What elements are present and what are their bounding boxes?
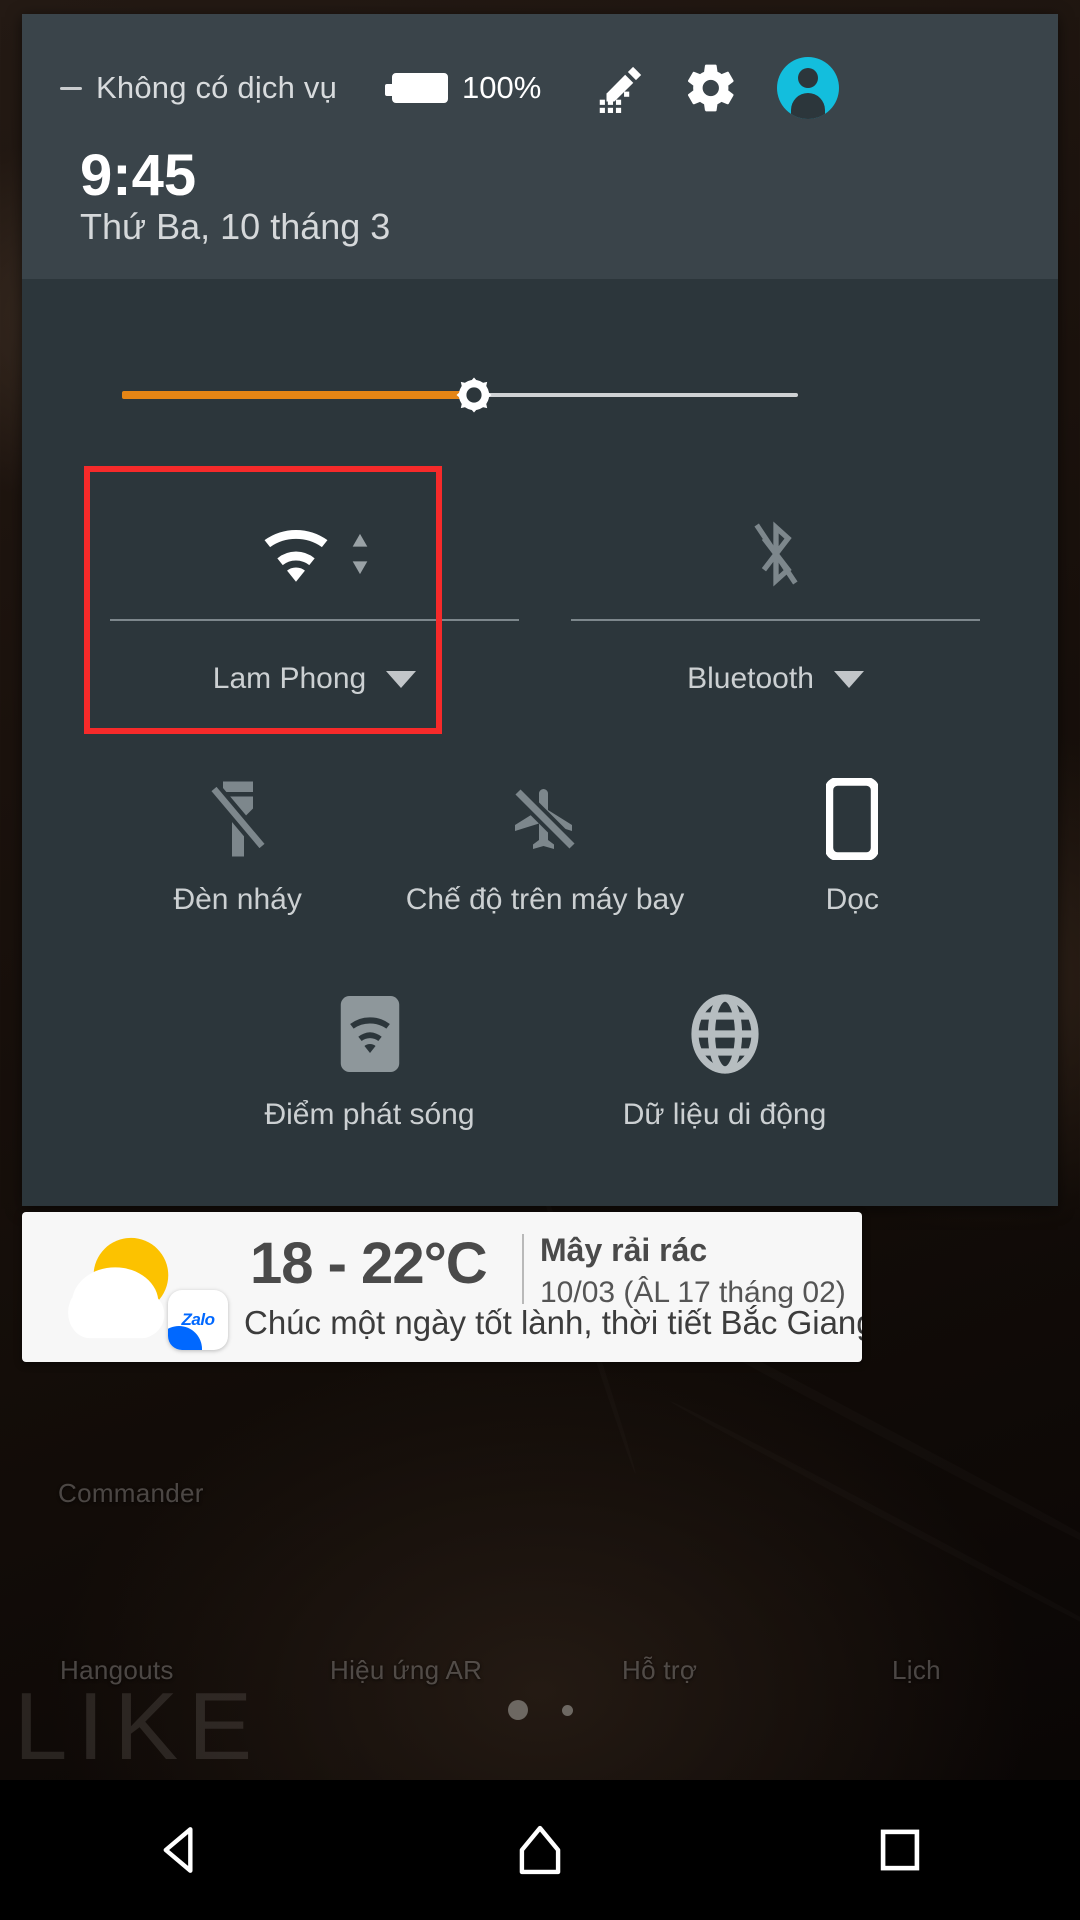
notification-divider [522,1234,524,1304]
zalo-badge-icon: Zalo [168,1290,228,1350]
battery-full-icon [385,73,449,103]
chevron-down-icon[interactable] [386,670,417,688]
home-app-label-calendar[interactable]: Lịch [892,1655,941,1686]
home-app-label-support[interactable]: Hỗ trợ [622,1655,697,1686]
home-page-indicator [0,1700,1080,1720]
wifi-activity-arrows-icon [352,533,367,575]
tile-hotspot-label-wrap: Điểm phát sóng [192,1098,547,1132]
tile-mobile-data-label: Dữ liệu di động [622,1098,827,1131]
back-icon [163,1827,193,1873]
tile-flashlight[interactable]: Đèn nháy [84,769,391,939]
nav-back-button[interactable] [0,1819,360,1881]
tile-bluetooth-label-row[interactable]: Bluetooth [545,649,1006,709]
quick-settings-row-1: Lam Phong Bluetooth [84,469,1006,731]
carrier-label: Không có dịch vụ [96,70,338,105]
airplane-off-icon [512,786,578,852]
flashlight-off-icon [210,781,265,857]
tile-flashlight-icon-area [84,769,391,869]
tile-mobile-data-label-wrap: Dữ liệu di động [547,1098,902,1132]
page-dot-active[interactable] [507,1700,528,1720]
screen-portrait-icon [826,778,879,860]
globe-icon [690,994,759,1074]
recents-icon [880,1829,920,1871]
tile-mobile-data-icon-area [547,984,902,1084]
brightness-thumb[interactable] [446,367,502,423]
tile-rotation-label-wrap: Dọc [699,883,1006,917]
tile-rotation-icon-area [699,769,1006,869]
brightness-slider[interactable] [122,377,798,413]
quick-settings-row-3: Điểm phát sóng Dữ liệu di động [192,984,902,1154]
notification-message: Chúc một ngày tốt lành, thời tiết Bắc Gi… [244,1304,862,1341]
home-app-label-ar[interactable]: Hiệu ứng AR [330,1655,482,1686]
tile-mobile-data[interactable]: Dữ liệu di động [547,984,902,1154]
nav-recents-button[interactable] [720,1821,1080,1879]
gear-icon[interactable] [683,60,739,116]
tile-flashlight-label: Đèn nháy [173,883,302,916]
navigation-bar [0,1780,1080,1920]
battery-status: 100% [385,70,542,106]
clock-time: 9:45 [80,143,197,208]
clock-date: Thứ Ba, 10 tháng 3 [80,206,391,247]
quick-settings-panel: Không có dịch vụ 100% 9:45 Thứ Ba, 10 th… [22,14,1058,1206]
notification-card-zalo-weather[interactable]: Zalo 18 - 22°C Mây rải rác 10/03 (ÂL 17 … [22,1212,862,1362]
user-avatar-icon[interactable] [777,57,840,119]
tile-hotspot[interactable]: Điểm phát sóng [192,984,547,1154]
tile-bluetooth[interactable]: Bluetooth [545,469,1006,731]
bluetooth-disabled-icon [753,521,798,587]
zalo-badge-text: Zalo [181,1310,215,1329]
tile-bluetooth-label: Bluetooth [687,662,814,695]
edit-pencil-icon[interactable] [593,61,647,115]
tile-rotation[interactable]: Dọc [699,769,1006,939]
home-icon [519,1825,561,1875]
tile-wifi-label: Lam Phong [212,662,367,695]
tile-airplane-mode[interactable]: Chế độ trên máy bay [391,769,698,939]
nav-home-button[interactable] [360,1819,720,1881]
tile-airplane-icon-area [391,769,698,869]
tile-wifi-label-row[interactable]: Lam Phong [84,649,545,709]
tile-hotspot-icon-area [192,984,547,1084]
chevron-down-icon[interactable] [833,670,864,688]
hotspot-icon [340,996,399,1072]
status-bar: Không có dịch vụ 100% [22,56,1058,120]
home-app-label-hangouts[interactable]: Hangouts [60,1655,174,1686]
no-signal-dash-icon [60,86,82,90]
wallpaper-streak [669,1398,1080,1648]
weather-temperature: 18 - 22°C [250,1231,488,1296]
tile-flashlight-label-wrap: Đèn nháy [84,883,391,917]
brightness-fill [122,391,474,399]
tile-wifi-divider [110,619,519,621]
weather-condition: Mây rải rác [540,1232,708,1268]
battery-percent-label: 100% [462,70,542,105]
quick-settings-row-2: Đèn nháy Chế độ trên máy bay Dọc [84,769,1006,939]
home-app-label-commander[interactable]: Commander [58,1478,204,1509]
home-widget-text: LIKE [14,1673,263,1780]
tile-wifi[interactable]: Lam Phong [84,469,545,731]
tile-bluetooth-icon-area [545,489,1006,619]
tile-wifi-icon-area [84,489,545,619]
tile-bluetooth-divider [571,619,980,621]
page-dot[interactable] [561,1704,573,1716]
tile-airplane-label: Chế độ trên máy bay [405,883,685,916]
tile-airplane-label-wrap: Chế độ trên máy bay [391,883,698,917]
tile-hotspot-label: Điểm phát sóng [264,1098,475,1131]
wifi-icon [264,529,327,582]
tile-rotation-label: Dọc [825,883,879,916]
